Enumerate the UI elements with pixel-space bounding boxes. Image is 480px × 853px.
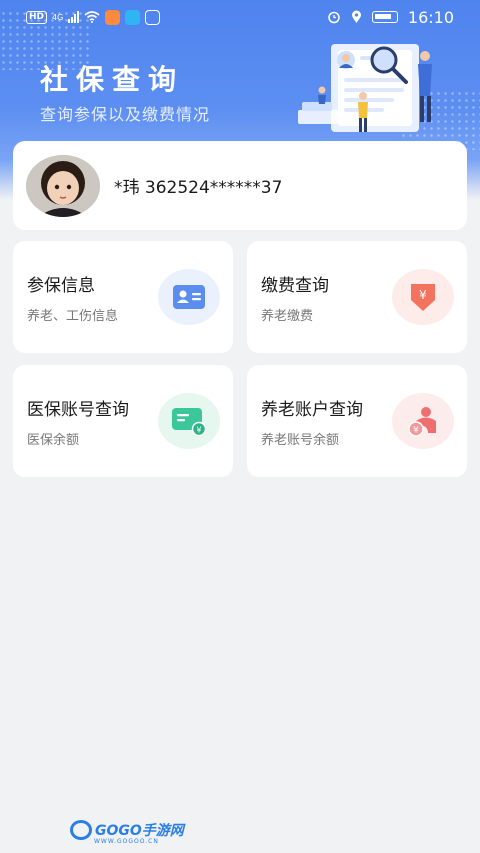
card-pension-account[interactable]: 养老账户查询 养老账号余额 ¥ (247, 365, 467, 477)
wifi-icon (84, 11, 100, 23)
page-subtitle: 查询参保以及缴费情况 (40, 105, 211, 124)
location-icon (351, 10, 361, 23)
gogo-logo-icon (70, 820, 92, 840)
card-subtitle: 养老缴费 (261, 309, 314, 324)
id-card-icon (158, 269, 220, 325)
user-name-id: *玮 362524******37 (114, 178, 283, 198)
card-title: 养老账户查询 (261, 400, 363, 420)
card-title: 参保信息 (27, 276, 95, 296)
watermark-brand: GOGO手游网 (95, 823, 184, 839)
network-type: 4G (52, 12, 64, 22)
card-subtitle: 医保余额 (27, 433, 80, 448)
card-subtitle: 养老账号余额 (261, 433, 340, 448)
profile-card[interactable]: *玮 362524******37 (13, 141, 467, 230)
svg-text:¥: ¥ (419, 288, 427, 302)
video-app-icon (105, 9, 121, 25)
signal-icon (68, 11, 80, 23)
alarm-icon (328, 11, 340, 24)
svg-text:¥: ¥ (413, 426, 419, 436)
search-illustration (298, 44, 432, 132)
battery-icon (371, 11, 398, 23)
search-app-icon (125, 9, 141, 25)
medical-card-icon: ¥ (158, 393, 220, 449)
card-payment-query[interactable]: 缴费查询 养老缴费 ¥ (247, 241, 467, 353)
watermark: GOGO手游网 (70, 820, 184, 840)
card-medical-account[interactable]: 医保账号查询 医保余额 ¥ (13, 365, 233, 477)
card-title: 医保账号查询 (27, 400, 129, 420)
card-insurance-info[interactable]: 参保信息 养老、工伤信息 (13, 241, 233, 353)
app-icon (145, 9, 161, 25)
hd-indicator: HD (26, 10, 48, 24)
svg-text:¥: ¥ (196, 426, 201, 435)
elder-yuan-icon: ¥ (392, 393, 454, 449)
status-bar: HD 4G 16:10 (0, 0, 480, 34)
avatar (26, 154, 100, 217)
watermark-url: WWW.GOGOO.CN (94, 838, 159, 845)
clock: 16:10 (407, 7, 454, 27)
yuan-down-icon: ¥ (392, 269, 454, 325)
page-title: 社保查询 (40, 63, 185, 96)
card-title: 缴费查询 (261, 276, 329, 296)
card-subtitle: 养老、工伤信息 (27, 309, 119, 324)
